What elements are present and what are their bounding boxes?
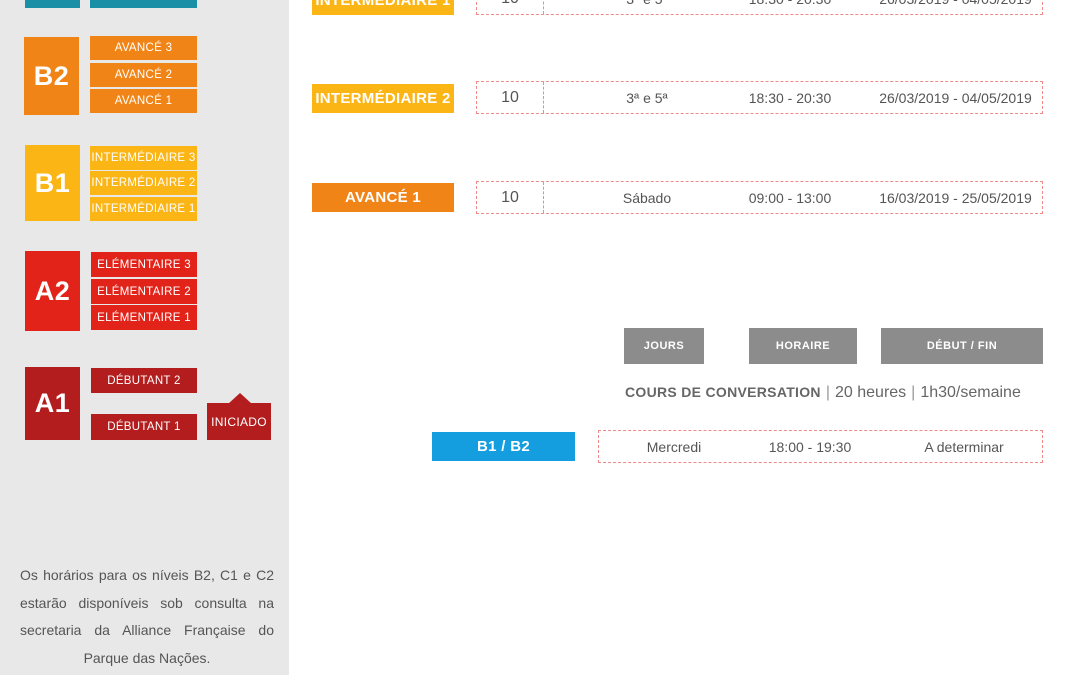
course-row: 10 3ª e 5ª 18:30 - 20:30 26/03/2019 - 04… [476,81,1043,114]
course-row: 10 3ª e 5ª 18:30 - 20:30 26/03/2019 - 04… [476,0,1043,15]
conversation-title-label: COURS DE CONVERSATION [625,384,821,400]
conversation-row: Mercredi 18:00 - 19:30 A determinar [598,430,1043,463]
course-level-tag: AVANCÉ 1 [312,183,454,212]
period-cell: 16/03/2019 - 25/05/2019 [879,189,1032,206]
conversation-day-cell: Mercredi [646,438,702,455]
level-badge-b2: B2 [24,37,79,115]
days-cell: 3ª e 5ª [626,89,668,106]
conversation-rate: 1h30/semaine [920,384,1021,401]
sublevel-intermediaire-3: INTERMÉDIAIRE 3 [90,146,197,170]
level-badge-a2: A2 [25,251,80,331]
conversation-level-tag: B1 / B2 [432,432,575,461]
sublevel-debutant-1: DÉBUTANT 1 [91,414,197,440]
level-badge-a1: A1 [25,367,80,440]
period-cell: 26/03/2019 - 04/05/2019 [867,0,1044,14]
sublevel-intermediaire-1: INTERMÉDIAIRE 1 [90,197,197,221]
course-level-tag: INTERMÉDIAIRE 2 [312,84,454,113]
header-period: DÉBUT / FIN [881,328,1043,364]
level-sidebar: B2 AVANCÉ 3 AVANCÉ 2 AVANCÉ 1 B1 INTERMÉ… [0,0,289,675]
sublevel-intermediaire-2: INTERMÉDIAIRE 2 [90,171,197,195]
period-cell: 26/03/2019 - 04/05/2019 [879,89,1032,106]
time-cell: 18:30 - 20:30 [715,0,865,14]
days-cell: Sábado [622,189,672,206]
course-row: 10 Sábado 09:00 - 13:00 16/03/2019 - 25/… [476,181,1043,214]
sublevel-iniciado: INICIADO [207,403,271,440]
conversation-period-cell: A determinar [924,438,1004,455]
sublevel-debutant-2: DÉBUTANT 2 [91,368,197,393]
sublevel-avance-3: AVANCÉ 3 [90,36,197,60]
level-badge-b1: B1 [25,145,80,221]
sublevel-avance-1: AVANCÉ 1 [90,89,197,113]
sublevel-elementaire-3: ELÉMENTAIRE 3 [91,252,197,277]
time-cell: 09:00 - 13:00 [748,189,832,206]
days-cell: 3ª e 5ª [572,0,722,14]
conversation-hours: 20 heures [835,384,907,401]
conversation-title: COURS DE CONVERSATION | 20 heures | 1h30/sem… [625,384,1021,401]
level-box-cropped [25,0,80,8]
sessions-cell: 10 [477,0,544,14]
sessions-cell: 10 [477,182,544,213]
sublevel-elementaire-2: ELÉMENTAIRE 2 [91,279,197,304]
sidebar-note: Os horários para os níveis B2, C1 e C2 e… [20,567,274,666]
header-days: JOURS [624,328,704,364]
course-level-tag: INTERMÉDIAIRE 1 [312,0,454,15]
time-cell: 18:30 - 20:30 [748,89,832,106]
sublevel-box-cropped [90,0,197,8]
sublevel-elementaire-1: ELÉMENTAIRE 1 [91,305,197,330]
sessions-cell: 10 [477,82,544,113]
sublevel-avance-2: AVANCÉ 2 [90,63,197,87]
conversation-time-cell: 18:00 - 19:30 [768,438,852,455]
header-time: HORAIRE [749,328,857,364]
